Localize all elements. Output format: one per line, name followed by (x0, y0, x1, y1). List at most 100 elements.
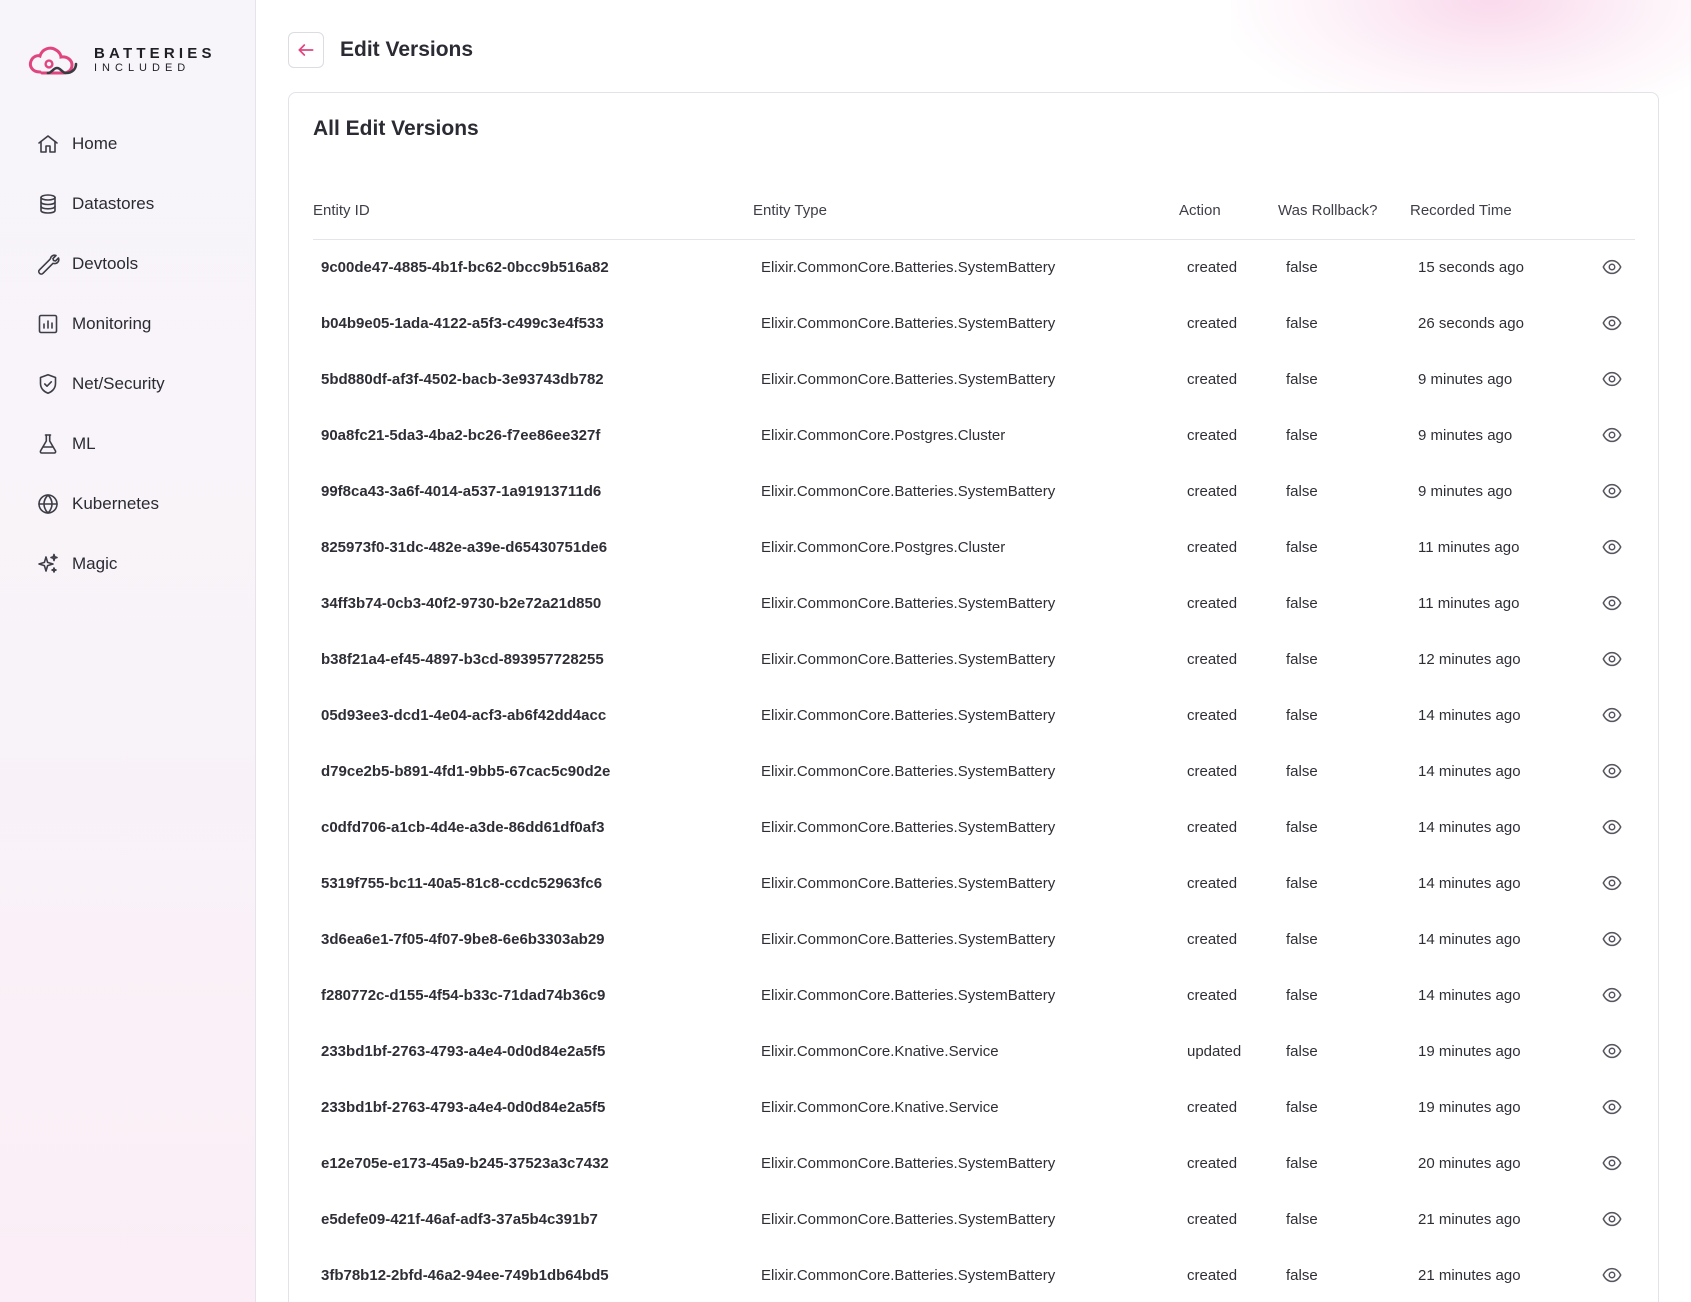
eye-icon[interactable] (1601, 928, 1623, 950)
recorded-time-cell: 14 minutes ago (1418, 762, 1521, 780)
cloud-logo-icon (28, 46, 78, 75)
table-row[interactable]: b04b9e05-1ada-4122-a5f3-c499c3e4f533 Elix… (313, 295, 1635, 351)
eye-icon[interactable] (1601, 816, 1623, 838)
recorded-time-cell: 14 minutes ago (1418, 874, 1521, 892)
view-version-button[interactable] (1580, 519, 1635, 575)
view-version-button[interactable] (1580, 1023, 1635, 1079)
globe-icon (38, 494, 58, 514)
view-version-button[interactable] (1580, 687, 1635, 743)
view-version-button[interactable] (1580, 855, 1635, 911)
back-button[interactable] (288, 32, 324, 68)
table-row[interactable]: 5319f755-bc11-40a5-81c8-ccdc52963fc6 Elix… (313, 855, 1635, 911)
view-version-button[interactable] (1580, 407, 1635, 463)
table-row[interactable]: d79ce2b5-b891-4fd1-9bb5-67cac5c90d2e Elix… (313, 743, 1635, 799)
eye-icon[interactable] (1601, 984, 1623, 1006)
eye-icon[interactable] (1601, 368, 1623, 390)
table-row[interactable]: 3fb78b12-2bfd-46a2-94ee-749b1db64bd5 Elix… (313, 1247, 1635, 1302)
rollback-cell: false (1286, 594, 1318, 612)
table-row[interactable]: 05d93ee3-dcd1-4e04-acf3-ab6f42dd4acc Elix… (313, 687, 1635, 743)
recorded-time-cell: 9 minutes ago (1418, 482, 1513, 500)
eye-icon[interactable] (1601, 592, 1623, 614)
entity-type-cell: Elixir.CommonCore.Batteries.SystemBatter… (761, 762, 1056, 780)
recorded-time-cell: 19 minutes ago (1418, 1098, 1521, 1116)
eye-icon[interactable] (1601, 648, 1623, 670)
table-row[interactable]: 34ff3b74-0cb3-40f2-9730-b2e72a21d850 Elix… (313, 575, 1635, 631)
view-version-button[interactable] (1580, 575, 1635, 631)
table-row[interactable]: 5bd880df-af3f-4502-bacb-3e93743db782 Elix… (313, 351, 1635, 407)
table-row[interactable]: 99f8ca43-3a6f-4014-a537-1a91913711d6 Elix… (313, 463, 1635, 519)
view-version-button[interactable] (1580, 911, 1635, 967)
sidebar-item-kubernetes[interactable]: Kubernetes (36, 474, 165, 534)
view-version-button[interactable] (1580, 967, 1635, 1023)
entity-id-cell: c0dfd706-a1cb-4d4e-a3de-86dd61df0af3 (321, 818, 605, 836)
view-version-button[interactable] (1580, 351, 1635, 407)
entity-id-cell: 5319f755-bc11-40a5-81c8-ccdc52963fc6 (321, 874, 603, 892)
view-version-button[interactable] (1580, 799, 1635, 855)
table-row[interactable]: 233bd1bf-2763-4793-a4e4-0d0d84e2a5f5 Elix… (313, 1023, 1635, 1079)
eye-icon[interactable] (1601, 312, 1623, 334)
recorded-time-cell: 9 minutes ago (1418, 370, 1513, 388)
rollback-cell: false (1286, 1210, 1318, 1228)
eye-icon[interactable] (1601, 872, 1623, 894)
view-version-button[interactable] (1580, 295, 1635, 351)
view-version-button[interactable] (1580, 463, 1635, 519)
table-row[interactable]: b38f21a4-ef45-4897-b3cd-893957728255 Elix… (313, 631, 1635, 687)
view-version-button[interactable] (1580, 743, 1635, 799)
recorded-time-cell: 21 minutes ago (1418, 1210, 1521, 1228)
table-row[interactable]: 825973f0-31dc-482e-a39e-d65430751de6 Elix… (313, 519, 1635, 575)
view-version-button[interactable] (1580, 1191, 1635, 1247)
table-row[interactable]: c0dfd706-a1cb-4d4e-a3de-86dd61df0af3 Elix… (313, 799, 1635, 855)
entity-type-cell: Elixir.CommonCore.Batteries.SystemBatter… (761, 1210, 1056, 1228)
brand-logo[interactable]: BATTERIES INCLUDED (26, 42, 216, 78)
entity-type-cell: Elixir.CommonCore.Postgres.Cluster (761, 538, 1006, 556)
eye-icon[interactable] (1601, 424, 1623, 446)
table-row[interactable]: e5defe09-421f-46af-adf3-37a5b4c391b7 Elix… (313, 1191, 1635, 1247)
table-row[interactable]: e12e705e-e173-45a9-b245-37523a3c7432 Elix… (313, 1135, 1635, 1191)
action-cell: created (1187, 538, 1238, 556)
eye-icon[interactable] (1601, 1096, 1623, 1118)
eye-icon[interactable] (1601, 1152, 1623, 1174)
entity-id-cell: 99f8ca43-3a6f-4014-a537-1a91913711d6 (321, 482, 602, 500)
action-cell: created (1187, 370, 1238, 388)
rollback-cell: false (1286, 930, 1318, 948)
table-row[interactable]: f280772c-d155-4f54-b33c-71dad74b36c9 Elix… (313, 967, 1635, 1023)
sidebar-item-devtools[interactable]: Devtools (36, 234, 165, 294)
recorded-time-cell: 11 minutes ago (1418, 538, 1520, 556)
view-version-button[interactable] (1580, 631, 1635, 687)
sidebar-item-home[interactable]: Home (36, 114, 165, 174)
table-row[interactable]: 3d6ea6e1-7f05-4f07-9be8-6e6b3303ab29 Elix… (313, 911, 1635, 967)
action-cell: created (1187, 762, 1238, 780)
sparkles-icon (38, 553, 58, 573)
action-cell: created (1187, 1154, 1238, 1172)
sidebar-item-monitoring[interactable]: Monitoring (36, 294, 165, 354)
view-version-button[interactable] (1580, 239, 1635, 295)
sidebar-item-label: Magic (72, 554, 118, 573)
recorded-time-cell: 12 minutes ago (1418, 650, 1521, 668)
rollback-cell: false (1286, 314, 1318, 332)
eye-icon[interactable] (1601, 1264, 1623, 1286)
sidebar-item-magic[interactable]: Magic (36, 534, 165, 594)
sidebar-item-datastores[interactable]: Datastores (36, 174, 165, 234)
column-header-actions (1580, 183, 1635, 240)
brand-subtitle: INCLUDED (94, 62, 191, 74)
table-row[interactable]: 9c00de47-4885-4b1f-bc62-0bcc9b516a82 Elix… (313, 239, 1635, 295)
sidebar-item-ml[interactable]: ML (36, 414, 165, 474)
entity-type-cell: Elixir.CommonCore.Batteries.SystemBatter… (761, 370, 1056, 388)
table-row[interactable]: 233bd1bf-2763-4793-a4e4-0d0d84e2a5f5 Elix… (313, 1079, 1635, 1135)
eye-icon[interactable] (1601, 704, 1623, 726)
eye-icon[interactable] (1601, 1208, 1623, 1230)
sidebar-item-label: ML (72, 434, 96, 453)
sidebar-nav: Home Datastores Devtools Monitoring Net/… (36, 114, 165, 594)
table-row[interactable]: 90a8fc21-5da3-4ba2-bc26-f7ee86ee327f Elix… (313, 407, 1635, 463)
eye-icon[interactable] (1601, 256, 1623, 278)
eye-icon[interactable] (1601, 1040, 1623, 1062)
view-version-button[interactable] (1580, 1079, 1635, 1135)
eye-icon[interactable] (1601, 480, 1623, 502)
rollback-cell: false (1286, 818, 1318, 836)
action-cell: created (1187, 986, 1238, 1004)
eye-icon[interactable] (1601, 760, 1623, 782)
view-version-button[interactable] (1580, 1247, 1635, 1302)
view-version-button[interactable] (1580, 1135, 1635, 1191)
eye-icon[interactable] (1601, 536, 1623, 558)
sidebar-item-net-security[interactable]: Net/Security (36, 354, 165, 414)
